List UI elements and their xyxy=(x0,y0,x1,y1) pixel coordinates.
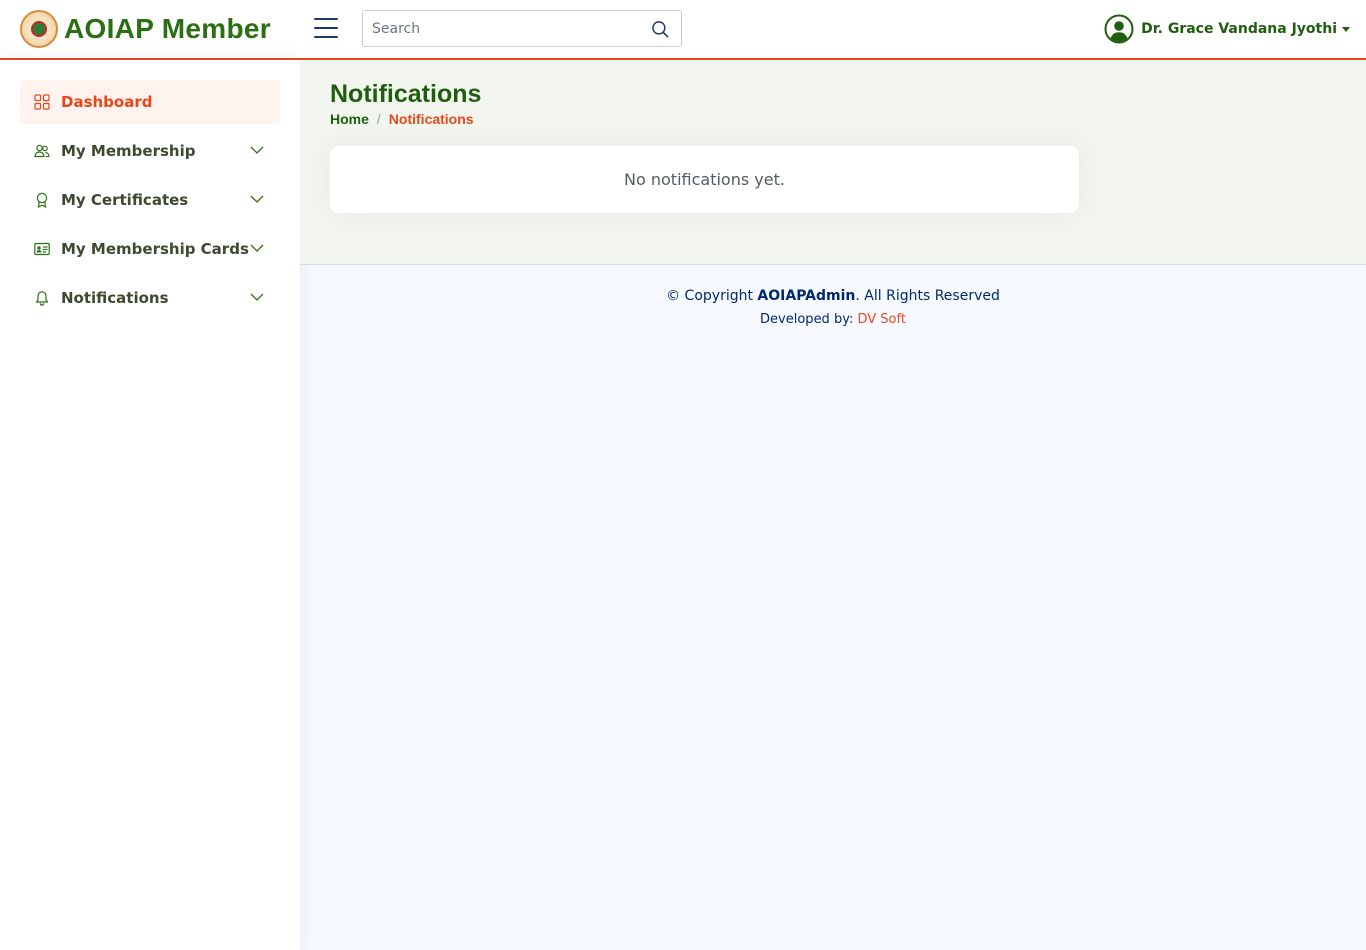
breadcrumb-current: Notifications xyxy=(388,111,474,127)
app-title: AOIAP Member xyxy=(64,13,271,44)
sidebar-item-label: My Membership Cards xyxy=(61,240,249,258)
copyright-prefix: © Copyright xyxy=(666,288,758,304)
logo[interactable]: AOIAP Member xyxy=(20,10,271,48)
people-icon xyxy=(34,143,50,159)
search-icon[interactable] xyxy=(651,20,669,38)
credits: Developed by: DV Soft xyxy=(300,311,1366,329)
breadcrumb-separator: / xyxy=(376,111,381,127)
grid-icon xyxy=(34,94,50,110)
profile-name: Dr. Grace Vandana Jyothi xyxy=(1141,21,1337,37)
profile-dropdown[interactable]: Dr. Grace Vandana Jyothi xyxy=(1104,14,1350,44)
notifications-card: No notifications yet. xyxy=(330,146,1079,213)
search-input[interactable] xyxy=(363,11,633,46)
chevron-down-icon xyxy=(250,195,264,203)
chevron-down-icon xyxy=(250,244,264,252)
sidebar-item-my-certificates[interactable]: My Certificates xyxy=(20,178,280,222)
copyright-brand: AOIAPAdmin xyxy=(757,288,856,304)
hamburger-menu-icon[interactable] xyxy=(314,18,338,38)
sidebar-item-my-membership[interactable]: My Membership xyxy=(20,129,280,173)
user-circle-icon xyxy=(1104,14,1134,44)
sidebar-item-label: My Membership xyxy=(61,142,196,160)
chevron-down-icon xyxy=(250,146,264,154)
award-icon xyxy=(34,192,50,208)
developer-link[interactable]: DV Soft xyxy=(857,312,905,327)
person-card-icon xyxy=(34,241,50,257)
search-form xyxy=(362,10,682,47)
bell-icon xyxy=(34,290,50,306)
developed-by-label: Developed by: xyxy=(760,312,858,327)
empty-state-message: No notifications yet. xyxy=(624,170,785,189)
sidebar-item-dashboard[interactable]: Dashboard xyxy=(20,80,280,124)
footer-divider xyxy=(300,264,1366,265)
footer: © Copyright AOIAPAdmin. All Rights Reser… xyxy=(300,286,1366,329)
sidebar-item-my-membership-cards[interactable]: My Membership Cards xyxy=(20,227,280,271)
breadcrumb-home-link[interactable]: Home xyxy=(330,111,369,127)
caret-down-icon xyxy=(1342,26,1350,32)
page-title: Notifications xyxy=(330,80,482,108)
sidebar-item-label: My Certificates xyxy=(61,191,189,209)
sidebar: Dashboard My Membership My Certificates xyxy=(0,60,300,950)
sidebar-item-label: Notifications xyxy=(61,289,169,307)
sidebar-item-label: Dashboard xyxy=(61,93,153,111)
top-header: AOIAP Member Dr. Grace Vandana Jyothi xyxy=(0,0,1366,60)
copyright-text: © Copyright AOIAPAdmin. All Rights Reser… xyxy=(300,286,1366,306)
copyright-suffix: . All Rights Reserved xyxy=(855,288,1000,304)
sidebar-item-notifications[interactable]: Notifications xyxy=(20,276,280,320)
chevron-down-icon xyxy=(250,293,264,301)
breadcrumb: Home / Notifications xyxy=(330,111,474,127)
logo-emblem-icon xyxy=(20,10,58,48)
